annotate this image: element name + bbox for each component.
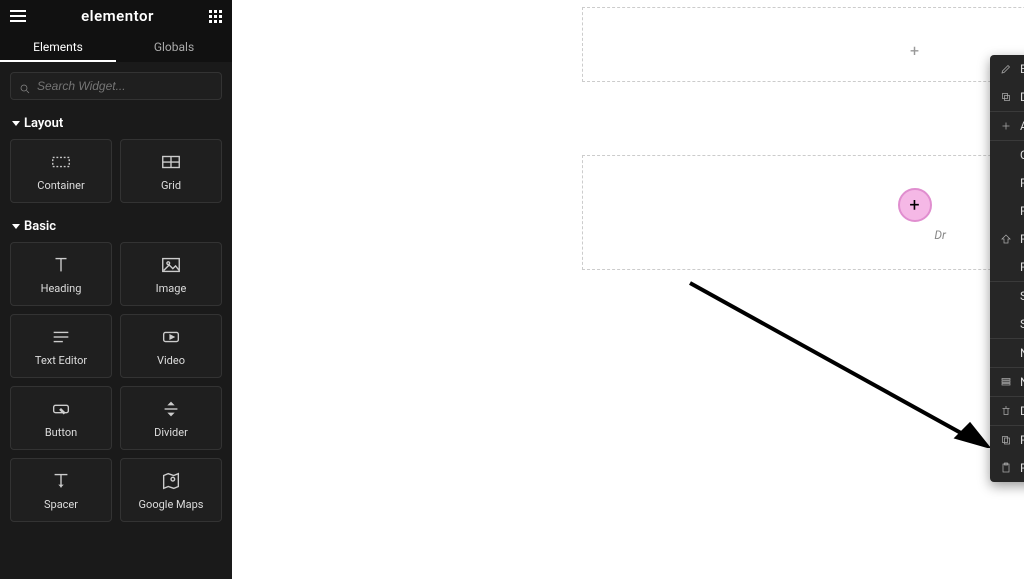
sidebar: elementor Elements Globals Layout: [0, 0, 232, 579]
caret-down-icon: [12, 224, 20, 229]
widget-label: Video: [157, 354, 185, 367]
widget-label: Spacer: [44, 498, 78, 511]
sidebar-header: elementor: [0, 0, 232, 32]
text-editor-icon: [50, 326, 72, 348]
add-container-button[interactable]: +: [898, 188, 932, 222]
context-menu: Edit Container Duplicate ⌘+D Add New Con…: [990, 55, 1024, 482]
spacer-icon: [50, 470, 72, 492]
hamburger-icon[interactable]: [10, 10, 26, 22]
ctx-paste-style[interactable]: Paste style ⌘+⇧+V: [990, 197, 1024, 225]
container-icon: [50, 151, 72, 173]
pencil-icon: [1000, 63, 1012, 75]
import-icon: [1000, 233, 1012, 245]
container-block-1[interactable]: +: [582, 7, 1024, 82]
widget-label: Heading: [41, 282, 82, 295]
search-input[interactable]: [37, 79, 213, 93]
grid-icon: [160, 151, 182, 173]
section-basic-label: Basic: [24, 219, 56, 234]
ctx-save-as-template[interactable]: Save as Template: [990, 282, 1024, 310]
drag-hint: Dr: [934, 228, 946, 242]
widget-heading[interactable]: Heading: [10, 242, 112, 306]
image-icon: [160, 254, 182, 276]
button-icon: [50, 398, 72, 420]
sidebar-tabs: Elements Globals: [0, 32, 232, 62]
section-layout-label: Layout: [24, 116, 63, 131]
ctx-paste[interactable]: Paste ⌘+V: [990, 169, 1024, 197]
widget-spacer[interactable]: Spacer: [10, 458, 112, 522]
ctx-edit-container[interactable]: Edit Container: [990, 55, 1024, 83]
ctx-navigator[interactable]: Navigator: [990, 368, 1024, 396]
caret-down-icon: [12, 121, 20, 126]
ctx-duplicate[interactable]: Duplicate ⌘+D: [990, 83, 1024, 111]
widget-label: Button: [45, 426, 77, 439]
basic-widgets: Heading Image Text Editor Video: [0, 242, 232, 522]
widget-label: Image: [156, 282, 187, 295]
duplicate-icon: [1000, 91, 1012, 103]
ctx-plus-paste[interactable]: Plus Paste: [990, 454, 1024, 482]
container-block-2[interactable]: + Dr: [582, 155, 1024, 270]
divider-icon: [160, 398, 182, 420]
ctx-add-new-container[interactable]: Add New Container: [990, 112, 1024, 140]
ctx-save-as-default[interactable]: Save as default: [990, 310, 1024, 338]
ctx-delete[interactable]: Delete: [990, 397, 1024, 425]
ctx-copy[interactable]: Copy ⌘+C: [990, 141, 1024, 169]
logo: elementor: [81, 7, 154, 25]
ctx-paste-from-other-site[interactable]: Paste from other site: [990, 225, 1024, 253]
search-icon: [19, 80, 31, 92]
widget-container[interactable]: Container: [10, 139, 112, 203]
editor-canvas[interactable]: + + Dr Edit Container Duplicate ⌘+D: [232, 0, 1024, 579]
widget-image[interactable]: Image: [120, 242, 222, 306]
apps-grid-icon[interactable]: [209, 10, 222, 23]
plus-icon: [1000, 120, 1012, 132]
widget-label: Text Editor: [35, 354, 87, 367]
widget-text-editor[interactable]: Text Editor: [10, 314, 112, 378]
widget-video[interactable]: Video: [120, 314, 222, 378]
search-input-wrap[interactable]: [10, 72, 222, 100]
copy-icon: [1000, 434, 1012, 446]
ctx-notes[interactable]: Notes ⇧+C: [990, 339, 1024, 367]
widget-label: Grid: [161, 179, 181, 192]
widget-divider[interactable]: Divider: [120, 386, 222, 450]
widget-label: Divider: [154, 426, 188, 439]
widget-google-maps[interactable]: Google Maps: [120, 458, 222, 522]
ctx-plus-copy[interactable]: Plus Copy: [990, 426, 1024, 454]
ctx-reset-style[interactable]: Reset style: [990, 253, 1024, 281]
annotation-arrow: [680, 278, 990, 448]
widget-grid[interactable]: Grid: [120, 139, 222, 203]
widget-button[interactable]: Button: [10, 386, 112, 450]
plus-icon[interactable]: +: [910, 41, 919, 60]
widget-label: Google Maps: [139, 498, 204, 511]
google-maps-icon: [160, 470, 182, 492]
trash-icon: [1000, 405, 1012, 417]
section-basic-title[interactable]: Basic: [0, 203, 232, 242]
widget-label: Container: [37, 179, 84, 192]
video-icon: [160, 326, 182, 348]
tab-globals[interactable]: Globals: [116, 32, 232, 62]
paste-icon: [1000, 462, 1012, 474]
section-layout-title[interactable]: Layout: [0, 100, 232, 139]
navigator-icon: [1000, 376, 1012, 388]
tab-elements[interactable]: Elements: [0, 32, 116, 62]
layout-widgets: Container Grid: [0, 139, 232, 203]
heading-icon: [50, 254, 72, 276]
